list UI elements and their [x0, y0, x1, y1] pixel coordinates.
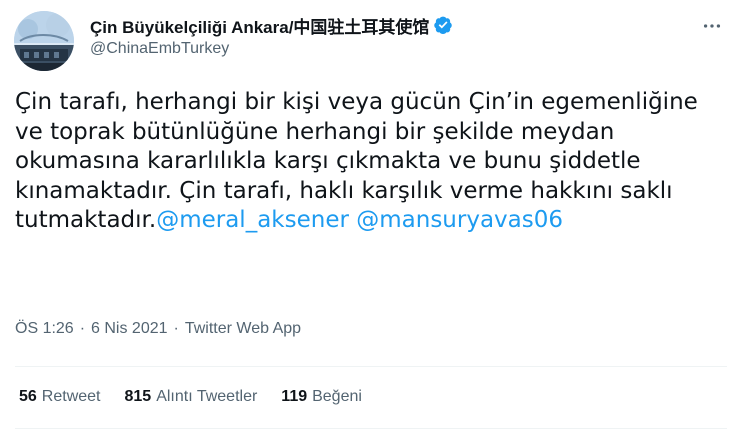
quote-tweets-stat[interactable]: 815 Alıntı Tweetler — [125, 388, 258, 406]
tweet-source[interactable]: Twitter Web App — [185, 320, 301, 338]
tweet-card: Çin Büyükelçiliği Ankara/中国驻土耳其使馆 @China… — [0, 0, 740, 437]
mention-link-mansuryavas06[interactable]: @mansuryavas06 — [356, 207, 563, 233]
display-name[interactable]: Çin Büyükelçiliği Ankara/中国驻土耳其使馆 — [90, 13, 429, 38]
divider — [15, 366, 727, 367]
display-name-row: Çin Büyükelçiliği Ankara/中国驻土耳其使馆 — [90, 13, 453, 38]
likes-stat[interactable]: 119 Beğeni — [281, 388, 362, 406]
retweets-count: 56 — [19, 388, 37, 405]
likes-count: 119 — [281, 388, 308, 405]
meta-separator: · — [79, 320, 86, 337]
avatar[interactable] — [14, 11, 74, 71]
more-options-button[interactable] — [698, 12, 726, 40]
tweet-meta: ÖS 1:26 · 6 Nis 2021 · Twitter Web App — [15, 320, 301, 338]
retweets-stat[interactable]: 56 Retweet — [19, 388, 101, 406]
embassy-avatar-icon — [14, 11, 74, 71]
divider — [15, 428, 727, 429]
mention-link-meral-aksener[interactable]: @meral_aksener — [156, 207, 349, 233]
tweet-text: Çin tarafı, herhangi bir kişi veya gücün… — [15, 88, 715, 236]
account-handle[interactable]: @ChinaEmbTurkey — [90, 40, 453, 58]
tweet-stats: 56 Retweet 815 Alıntı Tweetler 119 Beğen… — [19, 388, 386, 406]
tweet-time[interactable]: ÖS 1:26 — [15, 320, 74, 338]
verified-badge-icon — [433, 15, 453, 35]
tweet-date[interactable]: 6 Nis 2021 — [91, 320, 168, 338]
meta-separator: · — [173, 320, 179, 337]
likes-label: Beğeni — [312, 388, 362, 405]
quote-tweets-count: 815 — [124, 388, 152, 405]
retweets-label: Retweet — [41, 388, 101, 405]
more-options-icon — [703, 24, 721, 28]
quote-tweets-label: Alıntı Tweetler — [156, 388, 258, 405]
account-header: Çin Büyükelçiliği Ankara/中国驻土耳其使馆 @China… — [90, 14, 453, 58]
